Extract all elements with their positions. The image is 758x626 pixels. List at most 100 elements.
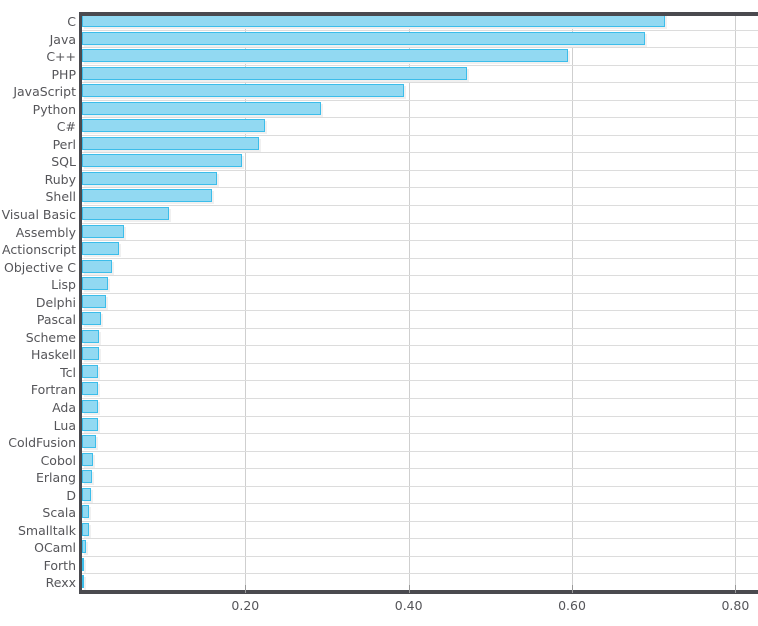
y-axis-category-label: Haskell <box>30 347 76 363</box>
bar[interactable] <box>82 382 99 396</box>
y-axis-category-label: Lua <box>53 417 76 433</box>
bar-row[interactable] <box>82 381 758 399</box>
bar-row[interactable] <box>82 48 758 66</box>
bar-row[interactable] <box>82 118 758 136</box>
bar[interactable] <box>82 136 260 150</box>
bar[interactable] <box>82 294 106 308</box>
y-axis-category-label: C <box>67 14 76 29</box>
bar[interactable] <box>82 522 89 536</box>
y-axis-category-label: Shell <box>45 189 77 205</box>
bar-row[interactable] <box>82 311 758 329</box>
bar[interactable] <box>82 540 87 554</box>
bar-row[interactable] <box>82 417 758 435</box>
bar-row[interactable] <box>82 259 758 277</box>
bar[interactable] <box>82 31 645 45</box>
bar-row[interactable] <box>82 188 758 206</box>
bar-row[interactable] <box>82 136 758 154</box>
bar-row[interactable] <box>82 329 758 347</box>
bar-row[interactable] <box>82 31 758 49</box>
bar[interactable] <box>82 487 91 501</box>
bar[interactable] <box>82 189 212 203</box>
y-axis-category-label: PHP <box>51 66 76 82</box>
bar-chart: C Java C++ PHP JavaScript Python C# Perl SQL Ruby… <box>0 0 758 626</box>
bar-row[interactable] <box>82 241 758 259</box>
x-tick-mark <box>572 585 574 593</box>
x-axis-spine <box>80 590 758 594</box>
bar-row[interactable] <box>82 452 758 470</box>
bar[interactable] <box>82 49 568 63</box>
bar[interactable] <box>82 575 84 589</box>
y-axis-category-label: Visual Basic <box>1 207 76 222</box>
y-axis-category-label: JavaScript <box>13 84 76 100</box>
bar[interactable] <box>82 400 99 413</box>
bar[interactable] <box>82 154 243 168</box>
bar[interactable] <box>82 101 322 115</box>
bar-row[interactable] <box>82 276 758 294</box>
bar-row[interactable] <box>82 346 758 364</box>
bar-row[interactable] <box>82 66 758 84</box>
x-tick-label: 0.20 <box>231 598 260 613</box>
plot-top-rule <box>82 12 758 16</box>
bar-shadow <box>84 577 86 591</box>
bar[interactable] <box>82 417 98 431</box>
y-axis-category-label: Rexx <box>45 575 76 591</box>
bar-row[interactable] <box>82 364 758 382</box>
bar-row[interactable] <box>82 153 758 171</box>
bar[interactable] <box>82 452 94 466</box>
y-axis-category-label: Actionscript <box>2 242 76 258</box>
bar[interactable] <box>82 312 101 326</box>
y-axis-category-label: Scala <box>42 505 76 521</box>
bar[interactable] <box>82 207 170 220</box>
bar-row[interactable] <box>82 557 758 575</box>
y-axis-category-label: SQL <box>51 154 76 170</box>
bar[interactable] <box>82 66 467 80</box>
bar[interactable] <box>82 329 100 343</box>
y-axis-category-label: Erlang <box>35 470 76 486</box>
bar-row[interactable] <box>82 224 758 242</box>
y-axis-category-label: Assembly <box>15 224 76 240</box>
bar-row[interactable] <box>82 434 758 452</box>
bar[interactable] <box>82 84 404 98</box>
y-axis-category-label: Delphi <box>35 294 76 310</box>
bar[interactable] <box>82 470 92 484</box>
bar-row[interactable] <box>82 504 758 522</box>
y-axis-category-label: Objective C <box>4 259 76 275</box>
bar-row[interactable] <box>82 399 758 417</box>
bar[interactable] <box>82 505 90 519</box>
y-axis-category-label: Java <box>49 31 76 47</box>
y-axis-category-label: Perl <box>52 136 76 152</box>
bar[interactable] <box>82 435 96 449</box>
bar[interactable] <box>82 259 113 273</box>
y-axis-category-label: OCaml <box>34 540 76 556</box>
bar[interactable] <box>82 224 125 238</box>
y-axis-category-label: Python <box>32 101 76 117</box>
x-tick-mark <box>735 585 737 593</box>
x-tick-mark <box>245 585 247 593</box>
bar-row[interactable] <box>82 83 758 101</box>
bar[interactable] <box>82 242 119 256</box>
bar[interactable] <box>82 171 217 185</box>
y-axis-category-label: ColdFusion <box>8 435 76 451</box>
bar-row[interactable] <box>82 522 758 540</box>
x-tick-label: 0.60 <box>558 598 586 613</box>
y-axis-category-label: Pascal <box>36 312 76 328</box>
bar[interactable] <box>82 119 265 133</box>
y-axis-category-label: D <box>66 487 76 503</box>
y-axis-category-label: Smalltalk <box>18 522 76 538</box>
y-axis-category-label: Ada <box>52 400 76 415</box>
y-axis-category-label: C# <box>56 119 76 135</box>
bar[interactable] <box>82 557 85 571</box>
bar[interactable] <box>82 347 100 361</box>
y-axis-category-label: Cobol <box>40 452 76 468</box>
bar-row[interactable] <box>82 487 758 505</box>
bar-row[interactable] <box>82 539 758 557</box>
bar[interactable] <box>82 364 99 378</box>
bar-row[interactable] <box>82 171 758 189</box>
bar[interactable] <box>82 277 109 291</box>
bar-row[interactable] <box>82 101 758 119</box>
bar-row[interactable] <box>82 294 758 312</box>
y-axis-category-label: Tcl <box>60 364 76 380</box>
bar-row[interactable] <box>82 206 758 224</box>
bar-row[interactable] <box>82 469 758 487</box>
y-axis-category-label: Scheme <box>25 329 76 345</box>
